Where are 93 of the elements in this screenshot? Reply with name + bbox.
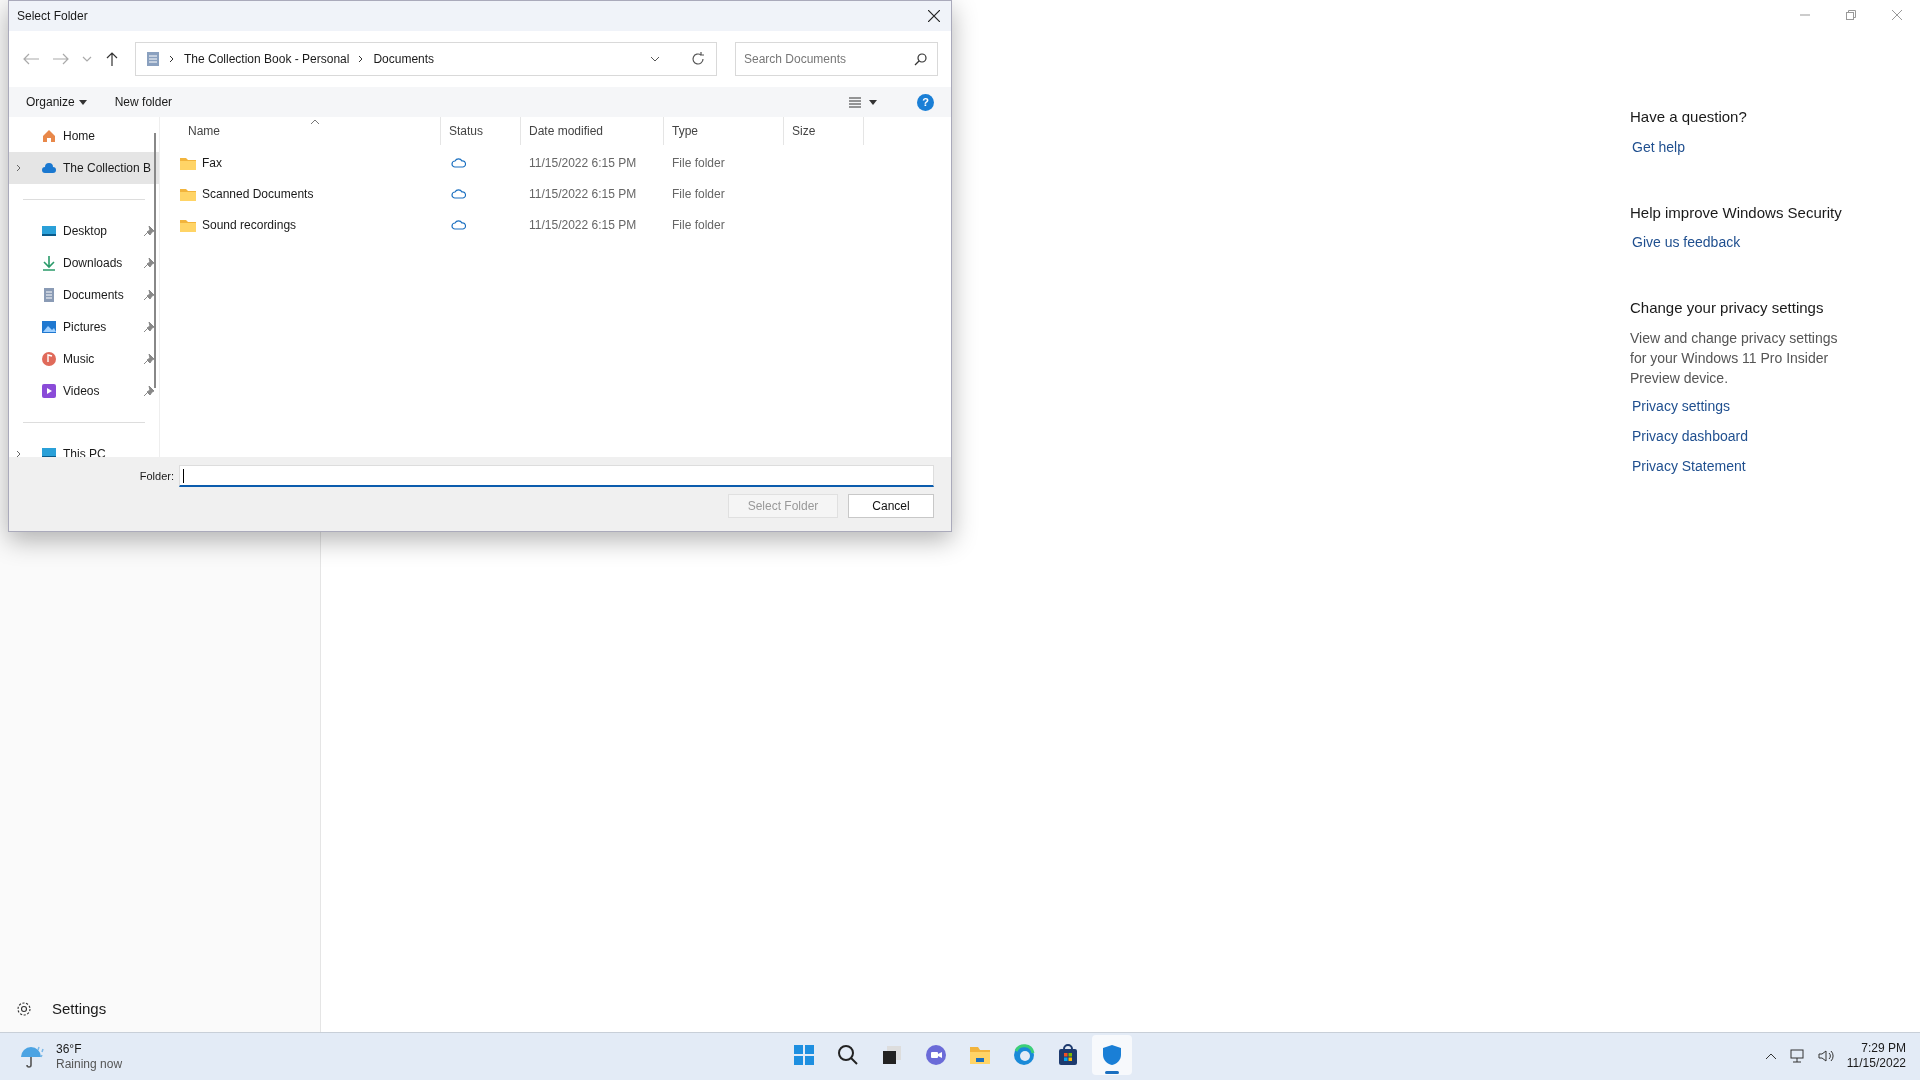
desktop-icon [41,223,57,239]
caret-icon [78,99,87,105]
file-row[interactable]: Fax 11/15/2022 6:15 PM File folder [160,147,951,178]
column-header[interactable]: Name [180,117,441,145]
section-heading: Change your privacy settings [1630,298,1825,318]
chevron-right-icon[interactable] [168,54,176,64]
cloud-icon [451,219,466,230]
breadcrumb-item[interactable]: The Collection Book - Personal [184,50,350,68]
column-header[interactable]: Size [784,117,864,145]
expand-chevron-icon[interactable] [15,163,23,173]
clock-time[interactable]: 7:29 PM [1861,1041,1906,1056]
volume-icon[interactable] [1816,1048,1835,1064]
search-field[interactable]: Search Documents [735,42,938,76]
file-row[interactable]: Scanned Documents 11/15/2022 6:15 PM File folder [160,178,951,209]
file-name: Scanned Documents [202,185,314,203]
download-icon [41,255,57,271]
network-icon[interactable] [1788,1048,1805,1064]
clock-date[interactable]: 11/15/2022 [1846,1056,1906,1071]
nav-item[interactable]: Home [9,120,159,152]
document-icon [146,51,160,67]
chevron-up-icon[interactable] [1764,1052,1777,1060]
browser-icon[interactable] [1012,1043,1036,1067]
store-bag-icon[interactable] [1056,1043,1080,1067]
restore-icon[interactable] [1846,10,1856,20]
search-icon[interactable] [836,1043,860,1067]
shield-icon[interactable] [1100,1043,1124,1067]
column-header[interactable]: Type [664,117,784,145]
refresh-icon[interactable] [690,51,706,67]
nav-item[interactable]: The Collection B [9,152,159,184]
folder-icon [180,186,196,201]
file-row[interactable]: Sound recordings 11/15/2022 6:15 PM File folder [160,209,951,240]
cloud-icon [451,188,466,199]
column-header[interactable]: Date modified [521,117,664,145]
nav-item[interactable]: Desktop [9,215,159,247]
scrollbar-thumb[interactable] [154,133,156,388]
breadcrumb-item[interactable]: Documents [373,50,435,68]
column-header[interactable]: Status [441,117,521,145]
music-icon [41,351,57,367]
help-button[interactable]: ? [917,93,934,111]
weather-temperature[interactable]: 36°F [56,1041,123,1057]
help-link[interactable]: Give us feedback [1632,232,1741,253]
pin-icon[interactable] [143,289,155,301]
section-description: View and change privacy settings for your Windows 11 Pro Insider Preview device. [1630,328,1839,388]
help-link[interactable]: Get help [1632,136,1685,158]
date-modified: 11/15/2022 6:15 PM [528,185,638,203]
search-icon[interactable] [914,52,928,66]
folder-input-field[interactable] [179,465,934,487]
file-name: Sound recordings [202,216,297,234]
dialog-title: Select Folder [17,8,89,25]
folder-icon [180,155,196,170]
settings-label[interactable]: Settings [52,997,107,1020]
close-icon[interactable] [928,10,940,22]
view-options-icon[interactable] [847,95,879,109]
new-folder-button[interactable]: New folder [114,93,173,111]
nav-item[interactable]: Pictures [9,311,159,343]
settings-icon[interactable] [16,1000,32,1017]
nav-item[interactable]: Documents [9,279,159,311]
weather-condition[interactable]: Raining now [56,1056,123,1072]
pictures-icon [41,319,57,335]
nav-item[interactable]: Videos [9,375,159,407]
nav-item[interactable]: Downloads [9,247,159,279]
help-link[interactable]: Privacy settings [1632,395,1731,417]
document-icon [41,287,57,303]
videos-icon [41,383,57,399]
file-name: Fax [202,154,222,172]
pin-icon[interactable] [143,353,155,365]
pin-icon[interactable] [143,385,155,397]
video-chat-icon[interactable] [924,1043,948,1067]
task-view-icon[interactable] [880,1043,904,1067]
file-type: File folder [671,154,726,172]
date-modified: 11/15/2022 6:15 PM [528,216,638,234]
dialog-button[interactable]: Cancel [848,494,934,518]
section-heading: Help improve Windows Security [1630,202,1843,223]
cloud-icon [451,157,466,168]
file-type: File folder [671,185,726,203]
organize-menu-button[interactable]: Organize [26,93,87,111]
pin-icon[interactable] [143,321,155,333]
date-modified: 11/15/2022 6:15 PM [528,154,638,172]
folder-label: Folder: [139,468,174,484]
expand-chevron-icon[interactable] [15,449,23,457]
cloud-icon [41,160,57,176]
section-heading: Have a question? [1630,107,1748,127]
sort-ascending-icon[interactable] [310,119,320,125]
nav-item[interactable]: Music [9,343,159,375]
address-bar[interactable]: The Collection Book - Personal Documents [135,42,717,76]
help-link[interactable]: Privacy dashboard [1632,425,1748,447]
windows-logo-icon[interactable] [792,1043,816,1067]
help-link[interactable]: Privacy Statement [1632,455,1746,477]
folder-icon [180,217,196,232]
file-type: File folder [671,216,726,234]
pin-icon[interactable] [143,257,155,269]
home-icon [41,128,57,144]
pin-icon[interactable] [143,225,155,237]
